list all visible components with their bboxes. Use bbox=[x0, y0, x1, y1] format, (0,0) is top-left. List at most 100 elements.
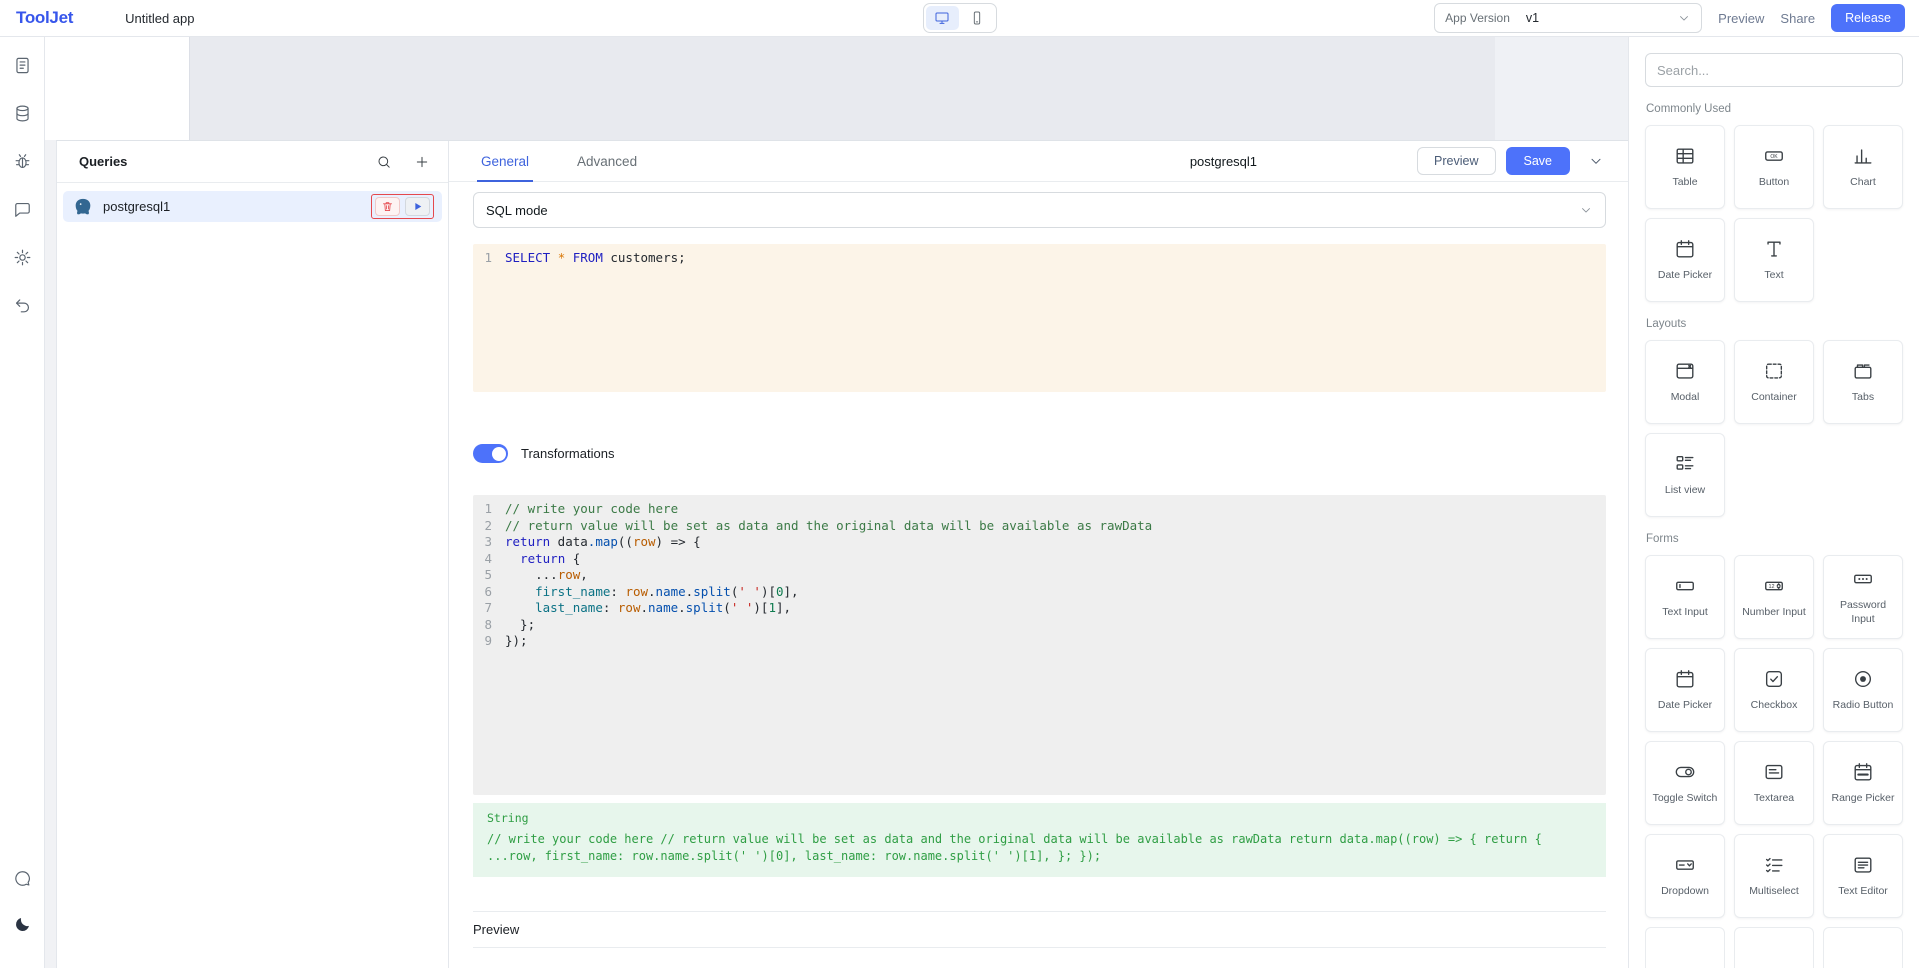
line-number: 1 bbox=[473, 501, 505, 518]
code-line: 3return data.map((row) => { bbox=[473, 534, 1606, 551]
components-search bbox=[1645, 53, 1903, 87]
transformation-code-editor[interactable]: 1// write your code here2// return value… bbox=[473, 495, 1606, 795]
debugger-icon[interactable] bbox=[6, 145, 38, 177]
component-card-partial[interactable] bbox=[1823, 927, 1903, 968]
global-icon[interactable] bbox=[6, 289, 38, 321]
code-line: 8 }; bbox=[473, 617, 1606, 634]
query-save-button[interactable]: Save bbox=[1506, 147, 1571, 175]
search-icon[interactable] bbox=[376, 154, 392, 170]
component-card-text-input[interactable]: Text Input bbox=[1645, 555, 1725, 639]
component-card-text-editor[interactable]: Text Editor bbox=[1823, 834, 1903, 918]
transformations-label: Transformations bbox=[521, 446, 614, 461]
component-card-radio-button[interactable]: Radio Button bbox=[1823, 648, 1903, 732]
component-card-button[interactable]: OKButton bbox=[1734, 125, 1814, 209]
component-card-table[interactable]: Table bbox=[1645, 125, 1725, 209]
modal-icon bbox=[1674, 360, 1696, 382]
textinput-icon bbox=[1674, 575, 1696, 597]
app-version-select[interactable]: App Version v1 bbox=[1434, 3, 1702, 33]
calendar-icon bbox=[1674, 238, 1696, 260]
component-card-date-picker[interactable]: Date Picker bbox=[1645, 218, 1725, 302]
line-number: 6 bbox=[473, 584, 505, 601]
component-card-modal[interactable]: Modal bbox=[1645, 340, 1725, 424]
query-name-label[interactable]: postgresql1 bbox=[1190, 154, 1257, 169]
preview-link[interactable]: Preview bbox=[1718, 11, 1764, 26]
component-card-dropdown[interactable]: Dropdown bbox=[1645, 834, 1725, 918]
query-list-item[interactable]: postgresql1 bbox=[63, 191, 442, 222]
add-query-icon[interactable] bbox=[414, 154, 430, 170]
dark-mode-icon[interactable] bbox=[6, 908, 38, 940]
components-section-title: Forms bbox=[1646, 533, 1903, 545]
code-line: 4 return { bbox=[473, 551, 1606, 568]
sql-code-editor[interactable]: 1SELECT * FROM customers; bbox=[473, 244, 1606, 392]
component-card-number-input[interactable]: 12Number Input bbox=[1734, 555, 1814, 639]
components-search-input[interactable] bbox=[1657, 63, 1891, 78]
topbar: ToolJet Untitled app App Version v1 Prev… bbox=[0, 0, 1919, 37]
mobile-view-button[interactable] bbox=[961, 6, 994, 30]
components-section-title: Layouts bbox=[1646, 318, 1903, 330]
app-title[interactable]: Untitled app bbox=[125, 11, 194, 26]
desktop-view-button[interactable] bbox=[926, 6, 959, 30]
code-line: 1SELECT * FROM customers; bbox=[473, 250, 1606, 267]
sql-mode-select[interactable]: SQL mode bbox=[473, 192, 1606, 228]
desktop-icon bbox=[934, 10, 950, 26]
topbar-actions: App Version v1 Preview Share Release bbox=[1434, 3, 1905, 33]
component-card-partial[interactable] bbox=[1734, 927, 1814, 968]
component-card-label: Range Picker bbox=[1831, 792, 1894, 806]
run-query-button[interactable] bbox=[405, 197, 430, 216]
settings-icon[interactable] bbox=[6, 241, 38, 273]
component-card-label: Button bbox=[1759, 176, 1789, 190]
component-card-multiselect[interactable]: Multiselect bbox=[1734, 834, 1814, 918]
component-card-checkbox[interactable]: Checkbox bbox=[1734, 648, 1814, 732]
component-card-range-picker[interactable]: Range Picker bbox=[1823, 741, 1903, 825]
transformations-toggle[interactable] bbox=[473, 444, 508, 463]
listview-icon bbox=[1674, 453, 1696, 475]
component-card-tabs[interactable]: Tabs bbox=[1823, 340, 1903, 424]
query-editor-tabbar: General Advanced postgresql1 Preview Sav… bbox=[449, 141, 1628, 182]
components-grid: Text Input12Number InputPassword Input Da… bbox=[1645, 555, 1903, 968]
tooljet-logo: ToolJet bbox=[16, 8, 73, 28]
component-card-text[interactable]: Text bbox=[1734, 218, 1814, 302]
help-icon[interactable] bbox=[6, 862, 38, 894]
inspector-icon[interactable] bbox=[6, 193, 38, 225]
tab-advanced[interactable]: Advanced bbox=[573, 141, 641, 181]
query-preview-button[interactable]: Preview bbox=[1417, 147, 1495, 175]
code-line: 6 first_name: row.name.split(' ')[0], bbox=[473, 584, 1606, 601]
component-card-date-picker[interactable]: Date Picker bbox=[1645, 648, 1725, 732]
component-card-password-input[interactable]: Password Input bbox=[1823, 555, 1903, 639]
preview-section-header[interactable]: Preview bbox=[473, 911, 1606, 948]
tooljet-app-builder: ToolJet Untitled app App Version v1 Prev… bbox=[0, 0, 1919, 968]
component-card-label: Date Picker bbox=[1658, 699, 1712, 713]
delete-query-button[interactable] bbox=[375, 197, 400, 216]
toggle-icon bbox=[1674, 761, 1696, 783]
component-card-label: Tabs bbox=[1852, 391, 1874, 405]
tabs-icon bbox=[1852, 360, 1874, 382]
component-card-textarea[interactable]: Textarea bbox=[1734, 741, 1814, 825]
component-sections: Commonly UsedTableOKButtonChartDate Pick… bbox=[1645, 103, 1903, 968]
line-number: 8 bbox=[473, 617, 505, 634]
component-card-container[interactable]: Container bbox=[1734, 340, 1814, 424]
query-actions-highlight bbox=[371, 194, 434, 219]
transformation-result: String // write your code here // return… bbox=[473, 803, 1606, 877]
app-version-value: v1 bbox=[1526, 11, 1539, 25]
rangepicker-icon bbox=[1852, 761, 1874, 783]
query-panel-gutter bbox=[45, 140, 56, 968]
share-button[interactable]: Share bbox=[1780, 11, 1815, 26]
radio-icon bbox=[1852, 668, 1874, 690]
chevron-down-icon bbox=[1677, 11, 1691, 25]
postgresql-icon bbox=[73, 197, 93, 217]
checkbox-icon bbox=[1763, 668, 1785, 690]
app-canvas[interactable] bbox=[45, 37, 1628, 140]
passwordinput-icon bbox=[1852, 568, 1874, 590]
release-button[interactable]: Release bbox=[1831, 4, 1905, 32]
component-card-toggle-switch[interactable]: Toggle Switch bbox=[1645, 741, 1725, 825]
pages-icon[interactable] bbox=[6, 49, 38, 81]
component-card-list-view[interactable]: List view bbox=[1645, 433, 1725, 517]
collapse-panel-icon[interactable] bbox=[1588, 153, 1604, 169]
datasources-icon[interactable] bbox=[6, 97, 38, 129]
component-card-label: Chart bbox=[1850, 176, 1876, 190]
canvas-right-margin bbox=[1495, 37, 1628, 140]
component-card-label: Modal bbox=[1671, 391, 1700, 405]
tab-general[interactable]: General bbox=[477, 141, 533, 181]
component-card-chart[interactable]: Chart bbox=[1823, 125, 1903, 209]
component-card-partial[interactable] bbox=[1645, 927, 1725, 968]
